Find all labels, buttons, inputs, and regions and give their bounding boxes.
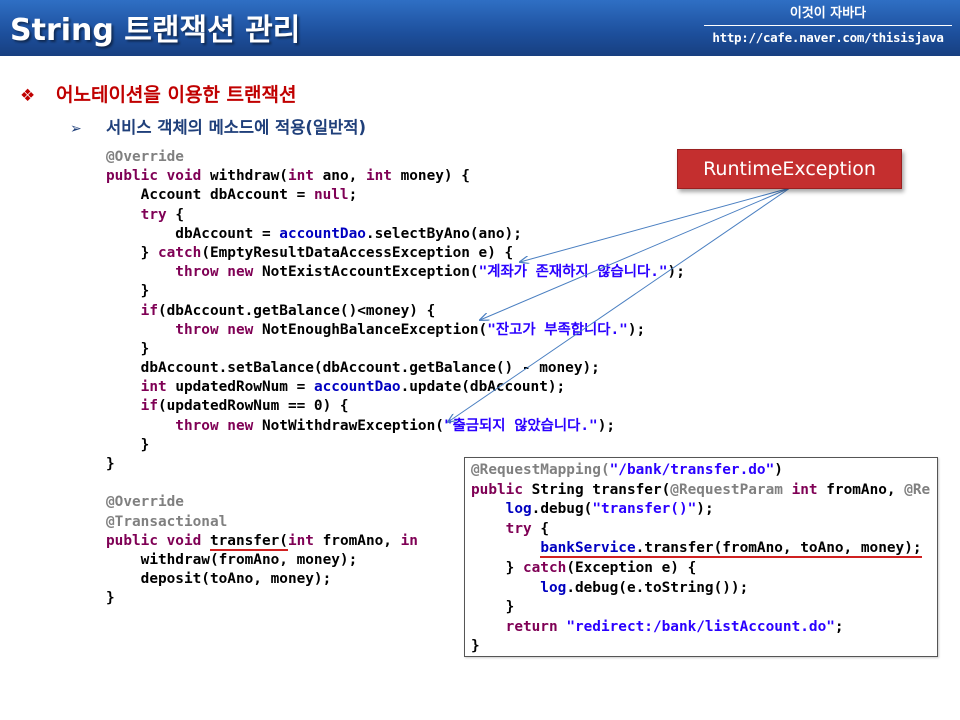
code-token: .update(dbAccount);: [400, 379, 566, 396]
code-token: }: [471, 599, 515, 616]
code-token: dbAccount.setBalance(dbAccount.getBalanc…: [106, 360, 600, 377]
code-token: (updatedRowNum == 0) {: [157, 398, 349, 415]
bullet-level2: ➢ 서비스 객체의 메소드에 적용(일반적): [70, 114, 366, 138]
bank-service-call-highlight: .transfer(fromAno, toAno, money);: [635, 540, 922, 557]
code-token: ;: [834, 618, 844, 635]
code-token: int: [287, 168, 314, 185]
code-token: .selectByAno(ano);: [365, 225, 522, 242]
code-token: throw new: [106, 264, 254, 281]
slide-title: String 트랜잭션 관리: [10, 13, 301, 48]
code-token: log: [471, 501, 532, 518]
code-token: }: [106, 283, 150, 300]
code-token: (dbAccount.getBalance()<money) {: [157, 302, 436, 319]
code-token: throw new: [106, 417, 254, 434]
diamond-bullet-icon: ❖: [20, 86, 36, 106]
code-token: }: [106, 340, 150, 357]
code-token: public: [471, 481, 523, 498]
code-token: @RequestParam: [670, 481, 783, 498]
code-token: }: [106, 436, 150, 453]
bullet-level1-text: 어노테이션을 이용한 트랜잭션: [56, 84, 297, 106]
code-token: throw new: [106, 321, 254, 338]
controller-code-inset: @RequestMapping("/bank/transfer.do") publ…: [464, 457, 938, 657]
slide-header: String 트랜잭션 관리 이것이 자바다 http://cafe.naver…: [0, 0, 960, 56]
code-token: @Override: [106, 494, 184, 511]
code-token: try: [106, 206, 167, 223]
brand-block: 이것이 자바다 http://cafe.naver.com/thisisjava: [704, 6, 952, 46]
transfer-method-highlight: transfer(: [209, 532, 288, 551]
brand-url-link[interactable]: http://cafe.naver.com/thisisjava: [704, 26, 952, 46]
code-token: @Override: [106, 149, 184, 165]
runtime-exception-callout: RuntimeException: [677, 149, 902, 189]
code-token: updatedRowNum =: [166, 379, 314, 396]
code-token: "transfer()": [592, 501, 697, 518]
code-token: }: [471, 638, 480, 655]
code-token: @Transactional: [106, 513, 228, 530]
code-token: int: [287, 532, 314, 549]
code-token: .debug(: [531, 501, 593, 518]
code-token: (EmptyResultDataAccessException e) {: [201, 244, 514, 261]
code-token: );: [627, 321, 646, 338]
code-token: );: [667, 264, 685, 281]
code-token: fromAno,: [313, 532, 401, 549]
bullet-level2-text: 서비스 객체의 메소드에 적용(일반적): [106, 118, 367, 137]
code-token: .debug(e.toString());: [566, 579, 749, 596]
code-token: null: [313, 187, 349, 204]
code-token: int: [791, 481, 818, 498]
code-token: public void: [106, 168, 202, 185]
arrow-bullet-icon: ➢: [70, 121, 82, 137]
code-token: return: [471, 618, 558, 635]
code-token: ano,: [313, 168, 366, 185]
code-token: public void: [106, 532, 202, 549]
code-token: in: [400, 532, 418, 549]
code-token: Account dbAccount =: [106, 187, 314, 204]
code-token: "잔고가 부족합니다.": [487, 321, 628, 338]
code-token: @Re: [904, 481, 931, 498]
code-token: {: [531, 520, 549, 537]
bullet-level1: ❖ 어노테이션을 이용한 트랜잭션: [20, 80, 296, 107]
code-token: fromAno,: [817, 481, 905, 498]
code-token: ;: [348, 187, 358, 204]
code-token: catch: [522, 559, 567, 576]
code-token: (Exception e) {: [566, 559, 697, 576]
code-token: catch: [157, 244, 202, 261]
code-token: );: [597, 417, 616, 434]
code-token: if: [106, 398, 158, 415]
code-token: if: [106, 302, 158, 319]
code-token: @RequestMapping(: [471, 462, 610, 478]
code-token: ): [774, 462, 783, 478]
code-token: );: [696, 501, 714, 518]
code-token: withdraw(: [201, 168, 288, 185]
code-token: bankService: [540, 540, 636, 557]
code-token: "/bank/transfer.do": [609, 462, 775, 478]
code-token: int: [106, 379, 167, 396]
code-token: accountDao: [313, 379, 401, 396]
code-token: dbAccount =: [106, 225, 280, 242]
code-token: log: [471, 579, 567, 596]
code-token: }: [106, 244, 158, 261]
code-token: int: [365, 168, 392, 185]
code-token: "출금되지 않았습니다.": [443, 417, 598, 434]
code-token: try: [471, 520, 532, 537]
code-token: }: [471, 559, 523, 576]
controller-code-block: @RequestMapping("/bank/transfer.do") publ…: [471, 461, 931, 656]
code-token: NotExistAccountException(: [253, 264, 479, 281]
code-token: String transfer(: [522, 481, 671, 498]
code-token: NotWithdrawException(: [253, 417, 444, 434]
code-token: money) {: [391, 168, 470, 185]
brand-name: 이것이 자바다: [704, 6, 952, 26]
code-token: accountDao: [279, 225, 366, 242]
code-token: "redirect:/bank/listAccount.do": [566, 618, 835, 635]
code-token: "계좌가 존재하지 않습니다.": [478, 264, 668, 281]
code-token: {: [166, 206, 184, 223]
code-token: NotEnoughBalanceException(: [253, 321, 488, 338]
